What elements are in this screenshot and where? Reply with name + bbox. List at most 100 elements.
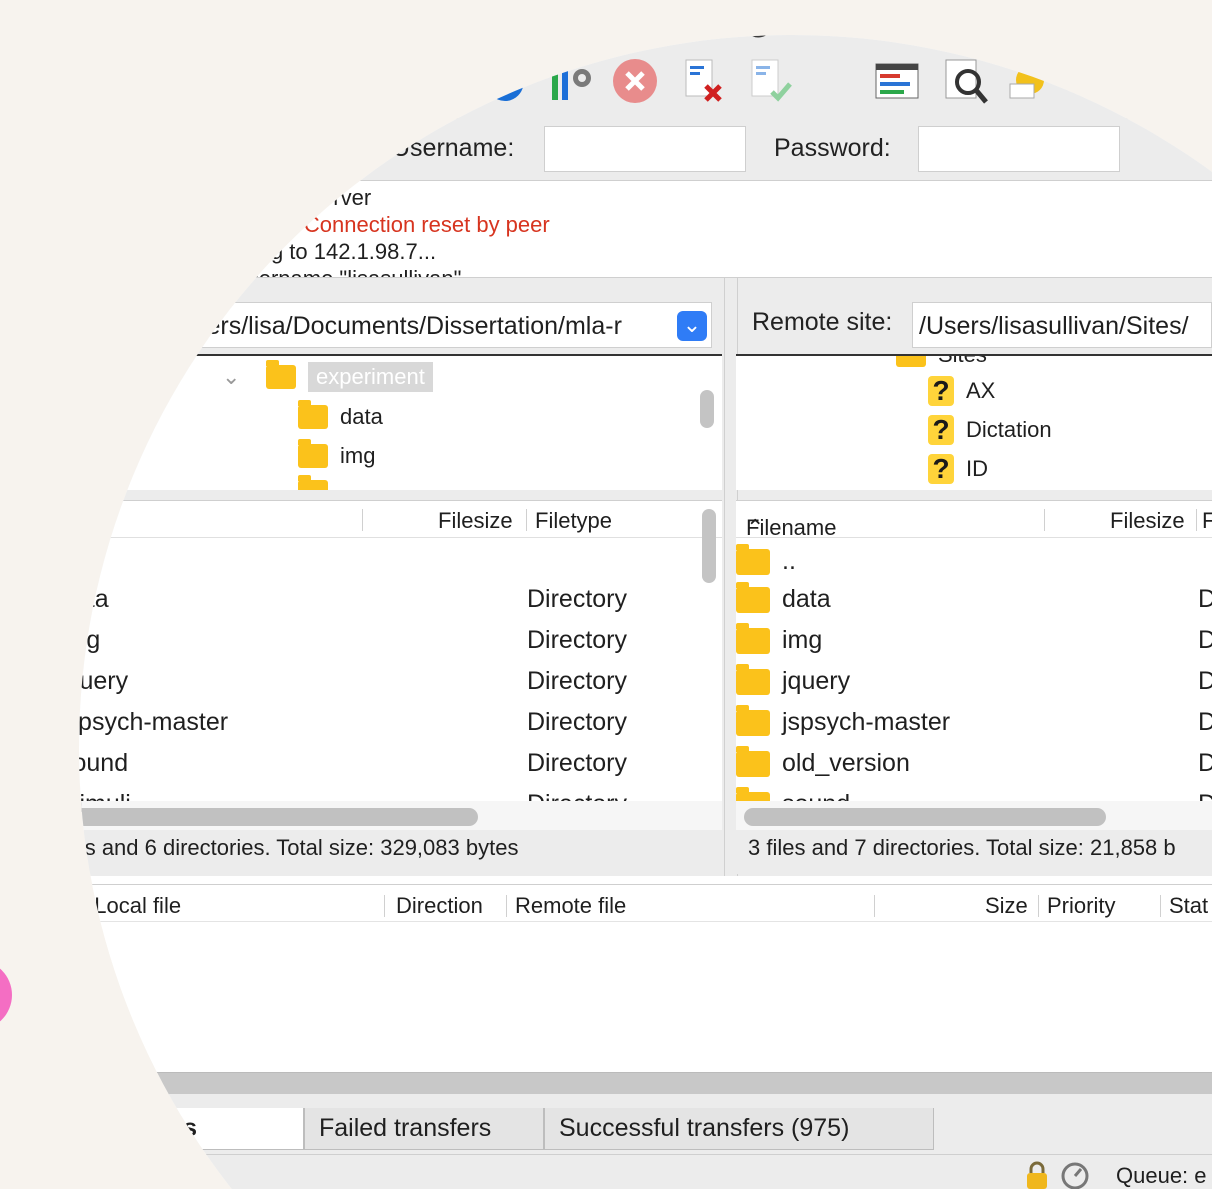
remote-site-label: Remote site:: [752, 308, 893, 336]
tab-successful-transfers[interactable]: Successful transfers (975): [544, 1108, 934, 1150]
folder-icon: [896, 356, 926, 367]
password-label: Password:: [774, 134, 891, 162]
file-row-parent[interactable]: ..: [736, 541, 1212, 582]
local-path-field[interactable]: /Users/lisa/Documents/Dissertation/mla-r…: [162, 302, 712, 348]
file-name: data: [60, 585, 109, 613]
file-list-scrollbar[interactable]: [702, 509, 716, 583]
column-separator[interactable]: [1196, 509, 1197, 531]
tree-item-label: ID: [966, 456, 988, 481]
file-row[interactable]: old_version D: [736, 743, 1212, 784]
local-site-label: e:: [112, 308, 133, 336]
file-row[interactable]: jspsych-master D: [736, 702, 1212, 743]
tree-item-sites[interactable]: Sites: [896, 356, 987, 368]
queue-splitter[interactable]: [79, 1072, 1212, 1095]
column-size[interactable]: Size: [985, 893, 1028, 919]
speed-limit-icon[interactable]: [1060, 1159, 1090, 1189]
file-row-parent[interactable]: ..: [79, 541, 704, 582]
folder-icon: [298, 475, 328, 490]
folder-icon: [14, 669, 48, 695]
file-name: jquery: [782, 667, 851, 695]
remote-status: 3 files and 7 directories. Total size: 2…: [736, 830, 1212, 874]
file-row[interactable]: img Directory: [79, 620, 704, 661]
file-row[interactable]: data D: [736, 579, 1212, 620]
tree-item-experiment[interactable]: experiment: [266, 360, 433, 392]
file-name: jquery: [60, 667, 129, 695]
quickconnect-bar: Username: Password:: [79, 118, 1212, 181]
log-line-error: . ERROR: Connection reset by peer: [200, 212, 550, 237]
file-row[interactable]: jquery D: [736, 661, 1212, 702]
column-separator[interactable]: [874, 895, 875, 917]
file-row[interactable]: jquery Directory: [14, 661, 704, 702]
column-filesize[interactable]: Filesize: [1110, 508, 1185, 534]
cancel-icon[interactable]: [608, 54, 662, 108]
column-separator[interactable]: [1160, 895, 1161, 917]
tab-queued-files[interactable]: files: [79, 1108, 304, 1150]
folder-icon: [736, 663, 770, 695]
tab-failed-transfers[interactable]: Failed transfers: [304, 1108, 544, 1150]
question-mark-icon: ?: [928, 414, 954, 445]
local-status: 15 files and 6 directories. Total size: …: [79, 830, 722, 874]
file-row[interactable]: sound Directory: [79, 743, 704, 784]
column-filetype[interactable]: F: [1202, 508, 1212, 534]
tree-item-label: AX: [966, 378, 996, 403]
column-separator[interactable]: [506, 895, 507, 917]
column-filesize[interactable]: Filesize: [438, 508, 513, 534]
tree-scrollbar[interactable]: [700, 390, 714, 428]
tree-item-ax[interactable]: ? AX: [928, 375, 996, 406]
tree-item-label: Dictation: [966, 417, 1052, 442]
site-manager-icon[interactable]: [346, 54, 400, 108]
file-type: D: [1198, 585, 1212, 614]
hscroll-thumb[interactable]: [79, 808, 478, 826]
reconnect-icon[interactable]: [742, 54, 796, 108]
folder-icon: [266, 360, 296, 389]
refresh-icon[interactable]: [478, 54, 532, 108]
title-bar: sftp://lisasullivan@142.1.98...: [79, 12, 1212, 48]
remote-site-bar: Remote site: /Users/lisasullivan/Sites/: [736, 288, 1212, 352]
column-separator[interactable]: [362, 509, 363, 531]
filter-icon[interactable]: [544, 54, 598, 108]
tree-item-data[interactable]: data: [298, 400, 383, 430]
remote-path-field[interactable]: /Users/lisasullivan/Sites/: [912, 302, 1212, 348]
column-filetype[interactable]: Filetype: [535, 508, 612, 534]
tree-item-label: data: [340, 404, 383, 429]
file-row[interactable]: data Directory: [60, 579, 704, 620]
column-filename-label: ilename: [28, 515, 106, 540]
folder-icon: [14, 792, 48, 818]
column-separator[interactable]: [384, 895, 385, 917]
column-server-local[interactable]: erver/Local file: [79, 893, 181, 919]
column-separator[interactable]: [1044, 509, 1045, 531]
tree-item-id[interactable]: ? ID: [928, 453, 988, 484]
file-row[interactable]: img D: [736, 620, 1212, 661]
folder-icon: [736, 704, 770, 736]
username-label: Username:: [392, 134, 515, 162]
file-type: D: [1198, 626, 1212, 655]
queue-status-text: Queue: e: [1116, 1163, 1207, 1188]
column-status[interactable]: Stat: [1169, 893, 1208, 919]
tree-item-dictation[interactable]: ? Dictation: [928, 414, 1052, 445]
window-title: sftp://lisasullivan@142.1.98...: [544, 12, 890, 40]
file-row[interactable]: jspsych-master Directory: [79, 702, 704, 743]
tree-item-label: experiment: [308, 362, 433, 392]
disconnect-icon[interactable]: [676, 54, 730, 108]
chevron-down-icon[interactable]: ⌄: [677, 311, 707, 341]
sort-ascending-icon: ⌃: [746, 515, 765, 540]
chevron-down-icon[interactable]: ⌄: [222, 364, 240, 390]
remote-list-header: Filename ⌃ Filesize F: [736, 501, 1212, 540]
password-field[interactable]: [918, 126, 1120, 172]
filezilla-window: sftp://lisasullivan@142.1.98... Username…: [14, 12, 1212, 1189]
directory-listing-icon[interactable]: [870, 54, 924, 108]
column-remote-file[interactable]: Remote file: [515, 893, 626, 919]
username-field[interactable]: [544, 126, 746, 172]
search-icon[interactable]: [938, 54, 992, 108]
file-type: Directory: [527, 626, 628, 654]
column-separator[interactable]: [1038, 895, 1039, 917]
log-line: ected from server: [200, 185, 372, 210]
column-separator[interactable]: [526, 509, 527, 531]
column-direction[interactable]: Direction: [396, 893, 483, 919]
local-list-header: ilename ⌃ Filesize Filetype: [28, 501, 722, 540]
tree-item-img[interactable]: img: [298, 439, 375, 469]
column-priority[interactable]: Priority: [1047, 893, 1115, 919]
hscroll-thumb[interactable]: [744, 808, 1106, 826]
sync-browse-icon[interactable]: [1002, 54, 1056, 108]
host-field[interactable]: [200, 126, 364, 172]
